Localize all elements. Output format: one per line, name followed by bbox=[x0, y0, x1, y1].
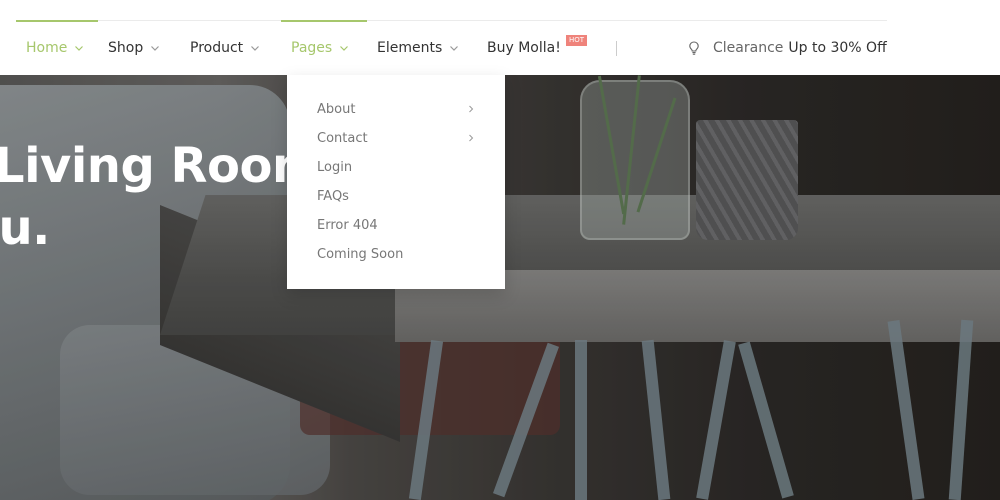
chevron-right-icon bbox=[467, 134, 475, 142]
hot-badge: HOT bbox=[565, 35, 587, 46]
nav-divider bbox=[616, 41, 617, 56]
promo-offer: Up to 30% Off bbox=[788, 40, 887, 56]
chevron-down-icon bbox=[339, 43, 349, 53]
nav-item-label: Shop bbox=[108, 40, 144, 56]
nav-item-home[interactable]: Home bbox=[16, 20, 98, 75]
nav-item-label: Pages bbox=[291, 40, 333, 56]
nav-item-elements[interactable]: Elements bbox=[367, 21, 477, 75]
chevron-down-icon bbox=[449, 43, 459, 53]
nav-item-product[interactable]: Product bbox=[180, 21, 281, 75]
chevron-down-icon bbox=[150, 43, 160, 53]
nav-item-shop[interactable]: Shop bbox=[98, 21, 180, 75]
site-header: Home Shop Product Pages Elements Buy Mol… bbox=[0, 0, 1000, 75]
nav-item-pages[interactable]: Pages bbox=[281, 20, 367, 75]
main-nav: Home Shop Product Pages Elements Buy Mol… bbox=[16, 20, 587, 75]
hero-title-line2: ou. bbox=[0, 200, 50, 256]
dropdown-item-login[interactable]: Login bbox=[287, 153, 505, 182]
chevron-down-icon bbox=[74, 43, 84, 53]
dropdown-item-label: Login bbox=[317, 160, 353, 175]
chevron-right-icon bbox=[467, 105, 475, 113]
clearance-promo[interactable]: Clearance Up to 30% Off bbox=[686, 21, 887, 75]
dropdown-item-label: FAQs bbox=[317, 189, 349, 204]
hero-title: Living Room ou. bbox=[0, 135, 322, 259]
pages-dropdown-menu: About Contact Login FAQs Error 404 Comin… bbox=[287, 75, 505, 289]
dropdown-item-contact[interactable]: Contact bbox=[287, 124, 505, 153]
lightbulb-icon bbox=[686, 40, 702, 56]
chevron-down-icon bbox=[250, 43, 260, 53]
dropdown-item-coming-soon[interactable]: Coming Soon bbox=[287, 240, 505, 269]
nav-item-label: Home bbox=[26, 40, 68, 56]
dropdown-item-about[interactable]: About bbox=[287, 95, 505, 124]
dropdown-item-label: Contact bbox=[317, 131, 368, 146]
nav-item-buy-molla[interactable]: Buy Molla! HOT bbox=[477, 21, 587, 75]
dropdown-item-label: About bbox=[317, 102, 356, 117]
nav-item-label: Buy Molla! bbox=[487, 40, 561, 56]
dropdown-item-label: Error 404 bbox=[317, 218, 378, 233]
nav-item-label: Elements bbox=[377, 40, 443, 56]
hero-title-line1: Living Room bbox=[0, 138, 322, 194]
nav-item-label: Product bbox=[190, 40, 244, 56]
dropdown-item-error-404[interactable]: Error 404 bbox=[287, 211, 505, 240]
dropdown-item-label: Coming Soon bbox=[317, 247, 404, 262]
promo-label: Clearance bbox=[713, 40, 784, 56]
dropdown-item-faqs[interactable]: FAQs bbox=[287, 182, 505, 211]
